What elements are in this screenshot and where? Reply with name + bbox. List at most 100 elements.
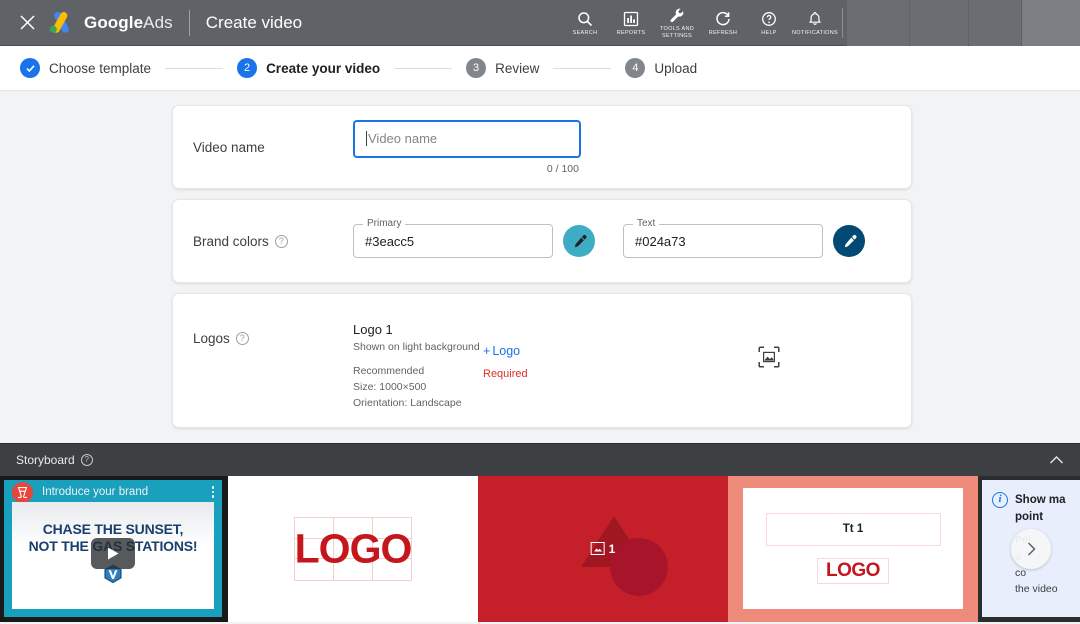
info-icon: i <box>992 492 1008 508</box>
video-name-char-counter: 0 / 100 <box>353 163 581 175</box>
director-chair-icon <box>12 482 33 503</box>
add-logo-plus: + <box>483 344 490 358</box>
frame-3-badge-count: 1 <box>609 542 616 556</box>
logos-help-icon[interactable]: ? <box>236 332 249 345</box>
step-choose-template[interactable]: Choose template <box>20 58 151 78</box>
brand-colors-card: Brand colors ? Primary #3eacc5 Text #024… <box>172 199 912 283</box>
logo-1-subtitle: Shown on light background <box>353 341 483 353</box>
video-name-input[interactable]: Video name <box>353 120 581 158</box>
primary-color-picker-button[interactable] <box>563 225 595 257</box>
info-panel-title-line2: point <box>1015 509 1065 526</box>
add-logo-label: Logo <box>492 344 520 358</box>
placeholder-block-3 <box>969 0 1021 46</box>
notifications-icon <box>807 11 823 27</box>
step-4-label: Upload <box>654 61 697 76</box>
director-chair-glyph <box>16 486 29 499</box>
main-content: Video name Video name 0 / 100 Brand colo… <box>0 91 1080 443</box>
refresh-icon <box>715 11 731 27</box>
storyboard-collapse-button[interactable] <box>1049 455 1064 465</box>
step-3-label: Review <box>495 61 539 76</box>
storyboard-strip: Introduce your brand CHASE THE SUNSET, N… <box>0 476 1080 622</box>
more-vert-icon <box>212 486 215 489</box>
placeholder-block-1 <box>847 0 909 46</box>
frame-1-headline-line1: CHASE THE SUNSET, <box>29 521 198 538</box>
notifications-label: NOTIFICATIONS <box>792 30 838 37</box>
search-button[interactable]: SEARCH <box>562 0 608 46</box>
frame-2-canvas: LOGO <box>232 480 474 617</box>
logo-1-actions: + Logo Required <box>483 344 603 380</box>
logo-1-title: Logo 1 <box>353 322 483 337</box>
logos-label-text: Logos <box>193 331 230 346</box>
primary-color-input[interactable]: Primary #3eacc5 <box>353 224 553 258</box>
frame-2-logo-text: LOGO <box>295 525 412 572</box>
logo-dropzone-button[interactable] <box>758 346 780 368</box>
check-icon <box>25 63 36 74</box>
brand-google-text: Google <box>84 13 143 32</box>
eyedropper-icon <box>842 234 857 249</box>
wrench-icon <box>669 7 685 23</box>
storyboard-next-button[interactable] <box>1011 529 1051 569</box>
help-label: HELP <box>761 30 777 37</box>
notifications-button[interactable]: NOTIFICATIONS <box>792 0 838 46</box>
add-logo-button[interactable]: + Logo <box>483 344 603 358</box>
storyboard-frame-1[interactable]: Introduce your brand CHASE THE SUNSET, N… <box>0 476 228 622</box>
frame-1-play-button[interactable] <box>91 538 135 569</box>
step-upload[interactable]: 4 Upload <box>625 58 697 78</box>
app-top-bar: GoogleAds Create video SEARCH REPORTS <box>0 0 1080 46</box>
frame-3-canvas: 1 <box>482 480 724 617</box>
search-label: SEARCH <box>573 30 598 37</box>
help-button[interactable]: HELP <box>746 0 792 46</box>
storyboard-title: Storyboard ? <box>16 453 93 467</box>
frame-1-menu-button[interactable] <box>212 486 215 498</box>
info-panel-title: Show ma point <box>1015 492 1065 525</box>
logo-1-orientation: Orientation: Landscape <box>353 396 483 412</box>
step-connector-2 <box>394 68 452 69</box>
reports-icon <box>623 11 639 27</box>
step-create-your-video[interactable]: 2 Create your video <box>237 58 380 78</box>
chevron-up-icon <box>1049 455 1064 465</box>
storyboard-header: Storyboard ? <box>0 443 1080 476</box>
brand-ads-text: Ads <box>143 13 173 32</box>
step-2-indicator: 2 <box>237 58 257 78</box>
tools-and-settings-button[interactable]: TOOLS AND SETTINGS <box>654 0 700 46</box>
text-color-input[interactable]: Text #024a73 <box>623 224 823 258</box>
brand-colors-help-icon[interactable]: ? <box>275 235 288 248</box>
placeholder-block-2 <box>910 0 968 46</box>
frame-3-image-badge: 1 <box>591 542 616 556</box>
storyboard-frame-2[interactable]: LOGO <box>228 476 478 622</box>
header-divider <box>189 10 190 36</box>
topbar-placeholder-blocks <box>847 0 1080 46</box>
video-name-card: Video name Video name 0 / 100 <box>172 105 912 189</box>
close-button[interactable] <box>10 6 44 40</box>
step-3-indicator: 3 <box>466 58 486 78</box>
logo-1-size: Size: 1000×500 <box>353 380 483 396</box>
placeholder-block-4 <box>1022 0 1080 46</box>
storyboard-help-icon[interactable]: ? <box>81 454 93 466</box>
topbar-tools: SEARCH REPORTS TOOLS AND SETTINGS REFRES… <box>562 0 1080 46</box>
video-name-field-group: Video name 0 / 100 <box>353 120 581 175</box>
logo-required-text: Required <box>483 368 603 380</box>
image-glyph <box>593 545 602 553</box>
info-panel-body-line4: the video <box>1015 581 1080 597</box>
brand-colors-label: Brand colors ? <box>193 234 353 249</box>
storyboard-frame-3[interactable]: 1 <box>478 476 728 622</box>
text-color-picker-button[interactable] <box>833 225 865 257</box>
logo-1-recommended-label: Recommended <box>353 364 483 380</box>
info-panel-header: i Show ma point <box>992 492 1080 525</box>
primary-color-value: #3eacc5 <box>365 234 414 249</box>
info-panel-title-line1: Show ma <box>1015 492 1065 509</box>
topbar-tools-divider <box>842 8 843 38</box>
reports-button[interactable]: REPORTS <box>608 0 654 46</box>
step-review[interactable]: 3 Review <box>466 58 539 78</box>
step-connector-3 <box>553 68 611 69</box>
wizard-stepper: Choose template 2 Create your video 3 Re… <box>0 46 1080 91</box>
refresh-button[interactable]: REFRESH <box>700 0 746 46</box>
close-icon <box>20 15 35 30</box>
frame-4-preview: Tt 1 LOGO <box>743 488 963 609</box>
google-ads-logo <box>48 11 74 35</box>
frame-4-text-box: Tt 1 <box>766 513 941 546</box>
reports-label: REPORTS <box>617 30 646 37</box>
logos-label: Logos ? <box>193 331 353 346</box>
storyboard-frame-4[interactable]: Tt 1 LOGO <box>728 476 978 622</box>
frame-1-label: Introduce your brand <box>42 486 148 498</box>
